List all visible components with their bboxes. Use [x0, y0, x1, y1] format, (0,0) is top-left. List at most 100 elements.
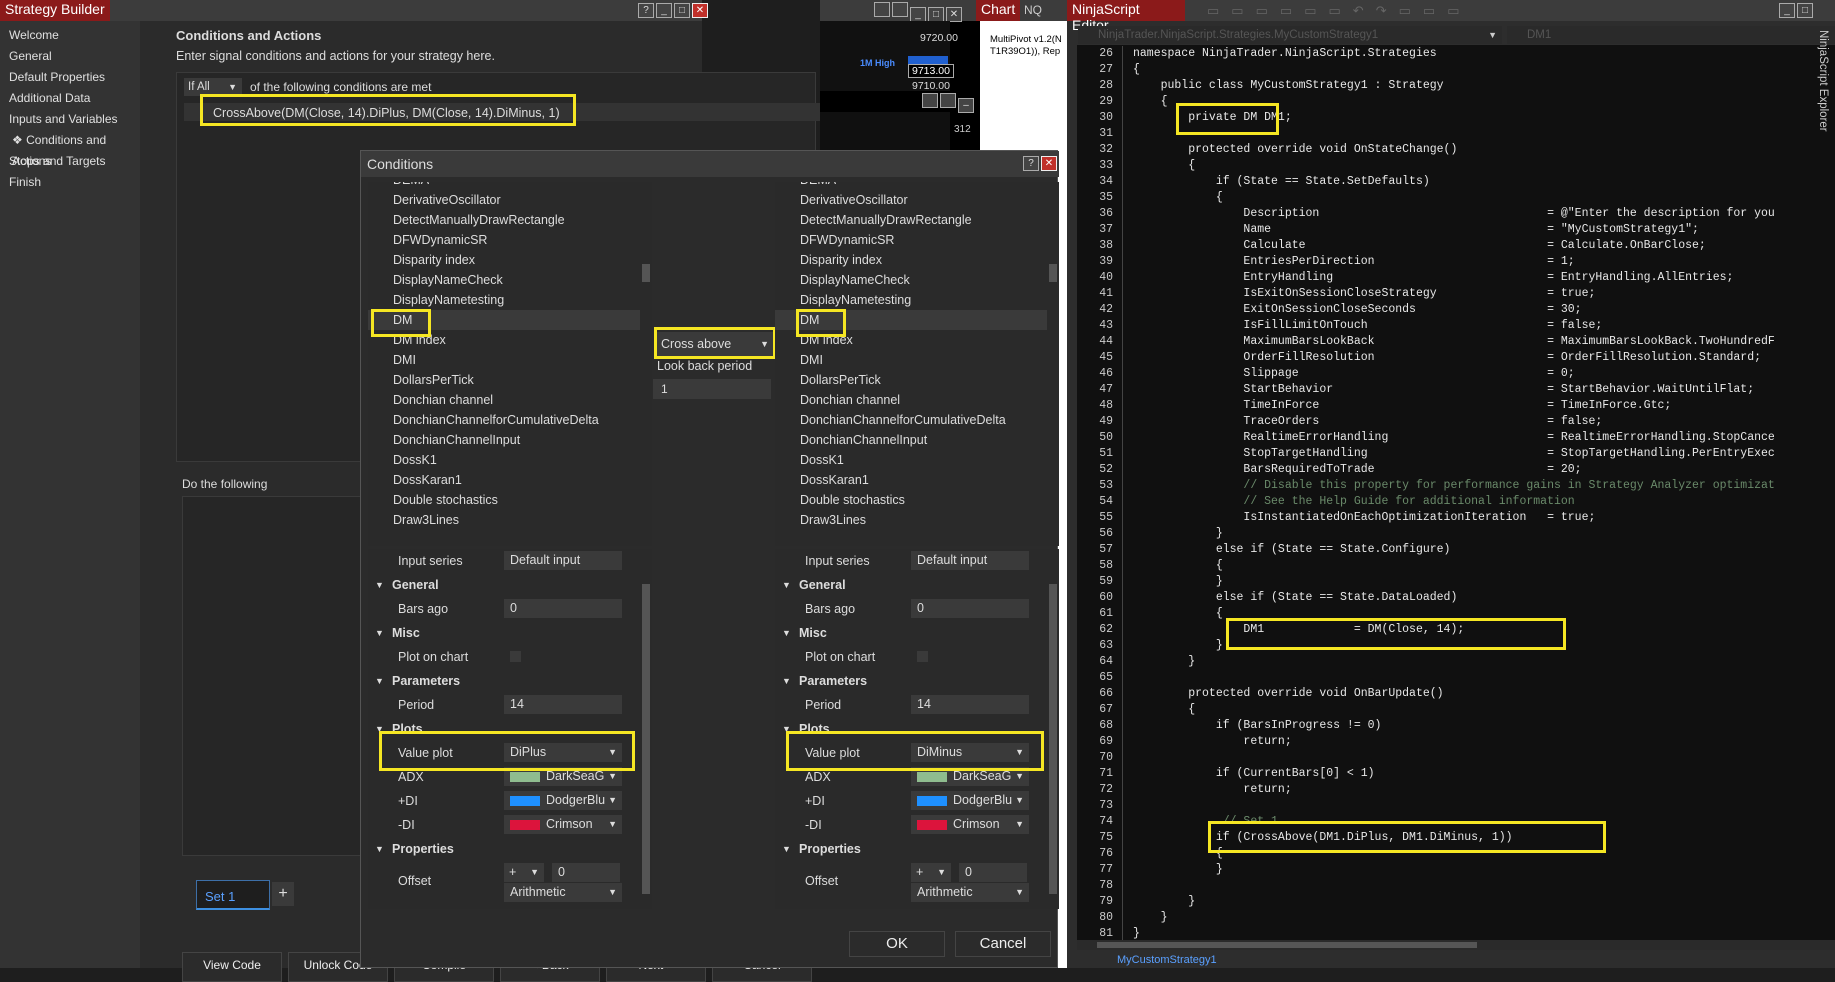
- code-line[interactable]: return;: [1133, 734, 1835, 750]
- indicator-list-item[interactable]: DisplayNameCheck: [368, 270, 652, 290]
- toolbar-undo-icon[interactable]: ↶: [1353, 3, 1376, 18]
- category-misc[interactable]: ▼ Misc: [368, 621, 652, 645]
- code-line[interactable]: {: [1133, 702, 1835, 718]
- offset-value-input[interactable]: 0: [959, 863, 1027, 882]
- bars-ago-input[interactable]: 0: [504, 599, 622, 618]
- code-line[interactable]: }: [1133, 862, 1835, 878]
- indicator-list-item[interactable]: DossK1: [368, 450, 652, 470]
- sidebar-item-inputs-variables[interactable]: Inputs and Variables: [0, 109, 140, 130]
- code-line[interactable]: Description = @"Enter the description fo…: [1133, 206, 1835, 222]
- indicator-list-item[interactable]: Double stochastics: [775, 490, 1059, 510]
- category-parameters[interactable]: ▼ Parameters: [775, 669, 1059, 693]
- code-line[interactable]: [1133, 798, 1835, 814]
- category-parameters[interactable]: ▼ Parameters: [368, 669, 652, 693]
- toolbar-redo-icon[interactable]: ↷: [1376, 3, 1399, 18]
- sidebar-item-additional-data[interactable]: Additional Data: [0, 88, 140, 109]
- right-list-scrollbar[interactable]: [1047, 182, 1059, 546]
- toolbar-new-icon[interactable]: ▭: [1207, 3, 1231, 18]
- editor-minimize-icon[interactable]: _: [1779, 3, 1795, 18]
- editor-h-scrollbar[interactable]: [1077, 940, 1835, 950]
- offset-operator-select[interactable]: + ▼: [911, 863, 951, 882]
- code-line[interactable]: Name = "MyCustomStrategy1";: [1133, 222, 1835, 238]
- expand-arrow-icon[interactable]: ▼: [375, 573, 384, 597]
- code-text[interactable]: namespace NinjaTrader.NinjaScript.Strate…: [1133, 46, 1835, 942]
- left-props-scrollbar[interactable]: [640, 549, 652, 909]
- code-line[interactable]: IsExitOnSessionCloseStrategy = true;: [1133, 286, 1835, 302]
- code-line[interactable]: else if (State == State.Configure): [1133, 542, 1835, 558]
- chart-minimize-icon[interactable]: _: [910, 7, 926, 22]
- property-value[interactable]: [504, 647, 622, 666]
- right-props-scrollbar[interactable]: [1047, 549, 1059, 909]
- lookback-input[interactable]: 1: [653, 379, 771, 399]
- code-line[interactable]: }: [1133, 574, 1835, 590]
- code-line[interactable]: Calculate = Calculate.OnBarClose;: [1133, 238, 1835, 254]
- sidebar-item-default-properties[interactable]: Default Properties: [0, 67, 140, 88]
- code-line[interactable]: // See the Help Guide for additional inf…: [1133, 494, 1835, 510]
- code-line[interactable]: else if (State == State.DataLoaded): [1133, 590, 1835, 606]
- indicator-list-item[interactable]: DEMA: [775, 182, 1059, 190]
- code-line[interactable]: [1133, 670, 1835, 686]
- explorer-side-tab[interactable]: NinjaScript Explorer: [1811, 30, 1833, 190]
- left-list-scrollbar[interactable]: [640, 182, 652, 546]
- indicator-list-item[interactable]: DonchianChannelforCumulativeDelta: [775, 410, 1059, 430]
- input-series-value[interactable]: Default input: [911, 551, 1029, 570]
- indicator-list-item[interactable]: Disparity index: [368, 250, 652, 270]
- indicator-list-item[interactable]: DisplayNametesting: [775, 290, 1059, 310]
- code-line[interactable]: if (State == State.SetDefaults): [1133, 174, 1835, 190]
- tab-set-1[interactable]: Set 1: [196, 880, 270, 910]
- indicator-list-item[interactable]: Donchian channel: [775, 390, 1059, 410]
- toolbar-copy-icon[interactable]: ▭: [1304, 3, 1328, 18]
- expand-arrow-icon[interactable]: ▼: [782, 837, 791, 861]
- category-general[interactable]: ▼ General: [775, 573, 1059, 597]
- indicator-list-item[interactable]: DonchianChannelforCumulativeDelta: [368, 410, 652, 430]
- indicator-list-item[interactable]: DetectManuallyDrawRectangle: [368, 210, 652, 230]
- code-line[interactable]: }: [1133, 894, 1835, 910]
- chart-close-icon[interactable]: ✕: [946, 7, 962, 22]
- indicator-list-item[interactable]: Donchian channel: [368, 390, 652, 410]
- indicator-list-item[interactable]: DFWDynamicSR: [775, 230, 1059, 250]
- code-line[interactable]: ExitOnSessionCloseSeconds = 30;: [1133, 302, 1835, 318]
- chart-tab-nq[interactable]: NQ: [1024, 3, 1042, 17]
- period-input[interactable]: 14: [504, 695, 622, 714]
- indicator-list-item[interactable]: Double stochastics: [368, 490, 652, 510]
- code-line[interactable]: {: [1133, 62, 1835, 78]
- code-line[interactable]: {: [1133, 190, 1835, 206]
- code-line[interactable]: [1133, 750, 1835, 766]
- bars-ago-input[interactable]: 0: [911, 599, 1029, 618]
- code-line[interactable]: {: [1133, 158, 1835, 174]
- code-line[interactable]: RealtimeErrorHandling = RealtimeErrorHan…: [1133, 430, 1835, 446]
- code-line[interactable]: protected override void OnBarUpdate(): [1133, 686, 1835, 702]
- code-line[interactable]: public class MyCustomStrategy1 : Strateg…: [1133, 78, 1835, 94]
- add-set-button[interactable]: +: [272, 882, 294, 906]
- indicator-list-item[interactable]: DerivativeOscillator: [368, 190, 652, 210]
- code-line[interactable]: }: [1133, 526, 1835, 542]
- offset-controls[interactable]: + ▼ 0: [911, 863, 1029, 882]
- expand-arrow-icon[interactable]: ▼: [782, 669, 791, 693]
- left-indicator-list[interactable]: DEMADerivativeOscillatorDetectManuallyDr…: [368, 182, 652, 546]
- code-line[interactable]: OrderFillResolution = OrderFillResolutio…: [1133, 350, 1835, 366]
- indicator-list-item[interactable]: DossKaran1: [775, 470, 1059, 490]
- sidebar-item-general[interactable]: General: [0, 46, 140, 67]
- code-line[interactable]: return;: [1133, 782, 1835, 798]
- indicator-list-item[interactable]: DonchianChannelInput: [368, 430, 652, 450]
- code-line[interactable]: StartBehavior = StartBehavior.WaitUntilF…: [1133, 382, 1835, 398]
- indicator-list-item[interactable]: Draw3Lines: [775, 510, 1059, 530]
- code-line[interactable]: // Disable this property for performance…: [1133, 478, 1835, 494]
- category-properties[interactable]: ▼ Properties: [775, 837, 1059, 861]
- indicator-list-item[interactable]: DFWDynamicSR: [368, 230, 652, 250]
- cancel-button[interactable]: Cancel: [955, 931, 1051, 957]
- minimize-icon[interactable]: _: [656, 3, 672, 18]
- dialog-help-icon[interactable]: ?: [1023, 156, 1039, 171]
- code-line[interactable]: EntriesPerDirection = 1;: [1133, 254, 1835, 270]
- checkbox[interactable]: [510, 651, 521, 662]
- indicator-list-item[interactable]: DerivativeOscillator: [775, 190, 1059, 210]
- indicator-list-item[interactable]: DollarsPerTick: [368, 370, 652, 390]
- chart-maximize-icon[interactable]: □: [928, 7, 944, 22]
- indicator-list-item[interactable]: DossKaran1: [368, 470, 652, 490]
- code-line[interactable]: MaximumBarsLookBack = MaximumBarsLookBac…: [1133, 334, 1835, 350]
- ok-button[interactable]: OK: [849, 931, 945, 957]
- indicator-list-item[interactable]: Disparity index: [775, 250, 1059, 270]
- code-line[interactable]: TimeInForce = TimeInForce.Gtc;: [1133, 398, 1835, 414]
- maximize-icon[interactable]: □: [674, 3, 690, 18]
- code-line[interactable]: StopTargetHandling = StopTargetHandling.…: [1133, 446, 1835, 462]
